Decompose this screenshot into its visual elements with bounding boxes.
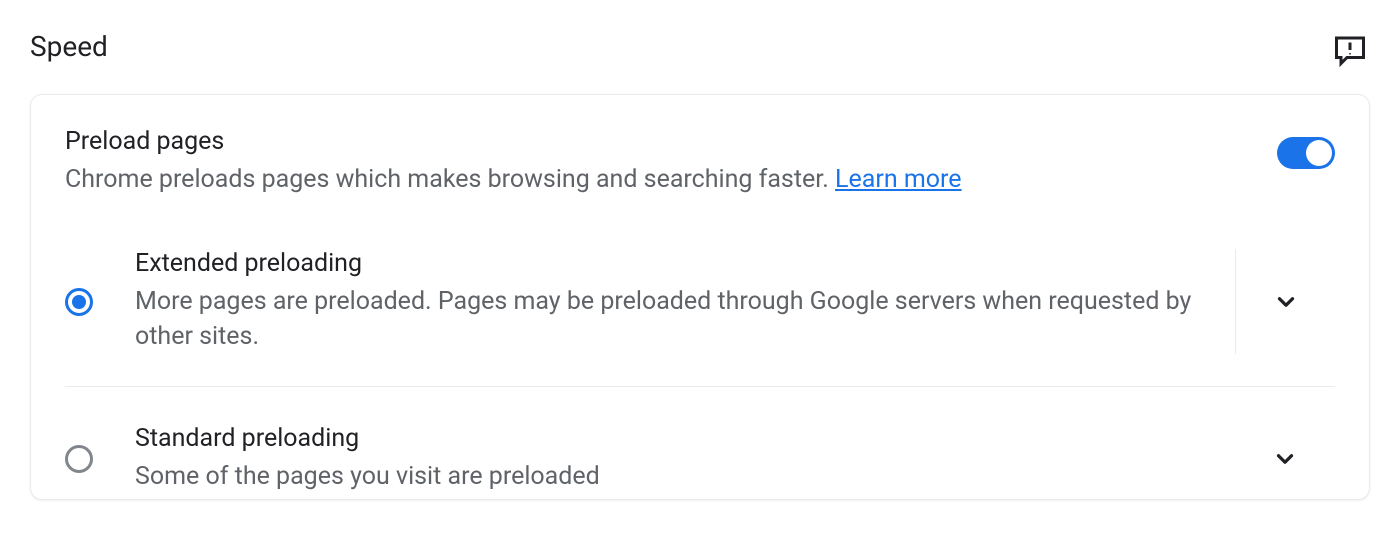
- chevron-down-icon: [1273, 289, 1299, 315]
- radio-dot-icon: [72, 295, 86, 309]
- expand-standard-button[interactable]: [1235, 419, 1335, 499]
- radio-standard[interactable]: [65, 445, 93, 473]
- option-description: Some of the pages you visit are preloade…: [135, 459, 1215, 494]
- card-description-text: Chrome preloads pages which makes browsi…: [65, 165, 835, 194]
- preload-card: Preload pages Chrome preloads pages whic…: [30, 94, 1370, 500]
- preload-toggle[interactable]: [1277, 137, 1335, 169]
- chevron-down-icon: [1272, 446, 1298, 472]
- card-description: Chrome preloads pages which makes browsi…: [65, 162, 1237, 197]
- toggle-knob: [1306, 140, 1332, 166]
- expand-extended-button[interactable]: [1235, 249, 1335, 354]
- option-standard-preloading[interactable]: Standard preloading Some of the pages yo…: [65, 386, 1335, 499]
- feedback-icon: [1332, 32, 1368, 68]
- feedback-button[interactable]: [1330, 30, 1370, 70]
- option-extended-preloading[interactable]: Extended preloading More pages are prelo…: [65, 249, 1335, 354]
- radio-extended[interactable]: [65, 288, 93, 316]
- option-title: Standard preloading: [135, 424, 1215, 453]
- learn-more-link[interactable]: Learn more: [835, 165, 961, 194]
- section-title: Speed: [30, 30, 108, 63]
- card-title: Preload pages: [65, 127, 1237, 156]
- option-title: Extended preloading: [135, 249, 1215, 278]
- option-description: More pages are preloaded. Pages may be p…: [135, 284, 1215, 354]
